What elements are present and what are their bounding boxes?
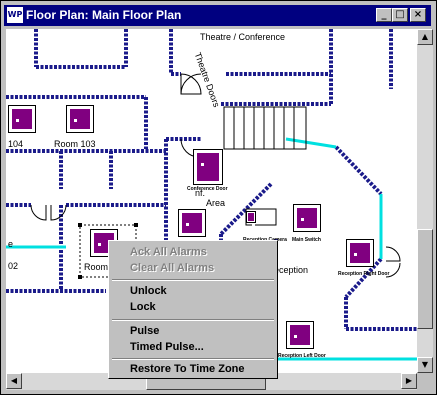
conference-area-label-2: Area <box>206 198 226 208</box>
reception-camera-icon[interactable] <box>246 211 256 226</box>
context-menu: Ack All Alarms Clear All Alarms Unlock L… <box>108 240 278 379</box>
menu-separator <box>112 319 274 321</box>
reader-b-label: Main Switch <box>292 237 321 243</box>
reader-c-label: Reception Right Door <box>338 271 390 277</box>
vertical-scrollbar[interactable]: ▲ ▼ <box>417 29 433 373</box>
menu-item-ack-all-alarms[interactable]: Ack All Alarms <box>109 245 277 260</box>
menu-item-unlock[interactable]: Unlock <box>109 284 277 299</box>
door-reader-104[interactable] <box>8 105 36 133</box>
conference-door-label: Conference Door <box>187 186 228 192</box>
room-left-label-1: e <box>8 239 14 249</box>
scroll-up-arrow-icon[interactable]: ▲ <box>417 29 433 45</box>
menu-item-restore-to-time-zone[interactable]: Restore To Time Zone <box>109 362 277 377</box>
scroll-left-arrow-icon[interactable]: ◀ <box>6 373 22 389</box>
reader-d-label: Reception Left Door <box>278 353 326 359</box>
vertical-scroll-thumb[interactable] <box>417 229 433 329</box>
reception-label: eception <box>274 265 309 275</box>
scroll-down-arrow-icon[interactable]: ▼ <box>417 357 433 373</box>
minimize-button[interactable]: _ <box>376 8 392 22</box>
close-button[interactable]: × <box>410 8 426 22</box>
maximize-button[interactable]: □ <box>392 8 408 22</box>
theatre-label: Theatre / Conference <box>200 32 286 42</box>
menu-separator <box>112 279 274 281</box>
window-title: Floor Plan: Main Floor Plan <box>26 8 182 22</box>
door-reader-main-switch[interactable] <box>293 204 321 232</box>
door-reader-conf-area[interactable] <box>178 209 206 237</box>
title-bar[interactable]: WP Floor Plan: Main Floor Plan _ □ × <box>4 5 431 26</box>
menu-item-timed-pulse[interactable]: Timed Pulse... <box>109 340 277 355</box>
room-104-label: 104 <box>8 139 24 149</box>
menu-item-clear-all-alarms[interactable]: Clear All Alarms <box>109 261 277 276</box>
menu-item-pulse[interactable]: Pulse <box>109 324 277 339</box>
door-reader-reception-left[interactable] <box>286 321 314 349</box>
door-reader-103[interactable] <box>66 105 94 133</box>
door-reader-conference[interactable] <box>193 149 223 185</box>
app-icon: WP <box>7 7 23 23</box>
door-reader-reception-right[interactable] <box>346 239 374 267</box>
menu-separator <box>112 358 274 360</box>
room-103-label: Room 103 <box>54 139 96 149</box>
room-partial-label: Room <box>84 262 109 272</box>
scroll-right-arrow-icon[interactable]: ▶ <box>401 373 417 389</box>
room-left-label-2: 02 <box>8 261 19 271</box>
menu-item-lock[interactable]: Lock <box>109 300 277 315</box>
